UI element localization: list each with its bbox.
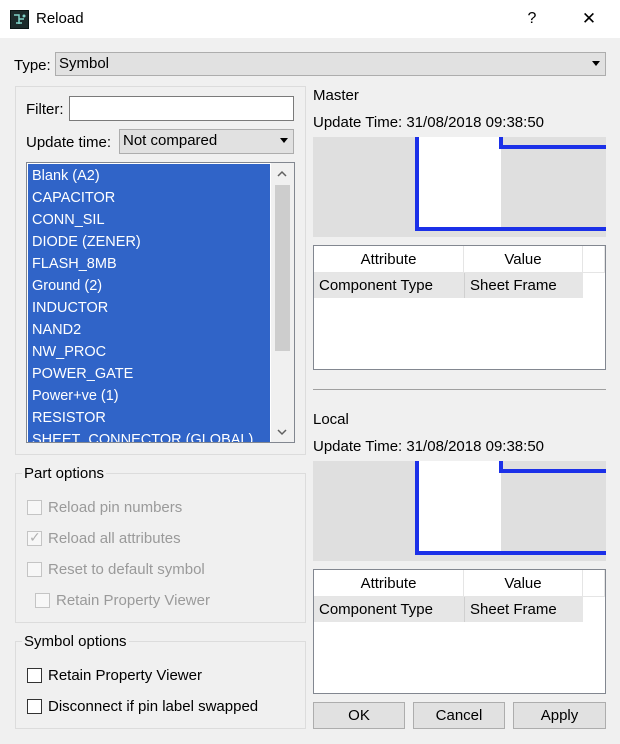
ok-button[interactable]: OK (313, 702, 405, 729)
preview-frame-line (499, 469, 606, 473)
app-icon (10, 10, 29, 29)
list-scrollbar[interactable] (271, 163, 294, 442)
update-time-label: Update time: (26, 134, 112, 151)
filter-input[interactable] (69, 96, 294, 121)
list-item[interactable]: Ground (2) (32, 278, 102, 294)
preview-frame-line (499, 145, 606, 149)
reload-pin-numbers-label: Reload pin numbers (48, 499, 183, 516)
preview-sheet (417, 461, 501, 552)
retain-property-viewer-checkbox[interactable] (27, 668, 42, 683)
update-time-combo[interactable]: Not compared (119, 129, 294, 154)
preview-frame-line (415, 227, 606, 231)
local-update-time: Update Time: 31/08/2018 09:38:50 (313, 438, 545, 455)
list-item[interactable]: RESISTOR (32, 410, 106, 426)
local-preview (313, 461, 606, 561)
update-time-value: Not compared (123, 132, 218, 149)
reload-all-attributes-label: Reload all attributes (48, 530, 181, 547)
column-header-value[interactable]: Value (464, 246, 583, 273)
chevron-down-icon (280, 138, 288, 143)
local-heading: Local (313, 411, 349, 428)
retain-property-viewer-label: Retain Property Viewer (48, 667, 202, 684)
preview-frame-line (415, 137, 419, 231)
type-combo[interactable]: Symbol (55, 52, 606, 76)
filter-label: Filter: (26, 101, 64, 118)
column-header-filler (583, 246, 605, 273)
list-item[interactable]: NW_PROC (32, 344, 106, 360)
reset-default-symbol-label: Reset to default symbol (48, 561, 205, 578)
list-item[interactable]: POWER_GATE (32, 366, 133, 382)
list-item[interactable]: FLASH_8MB (32, 256, 117, 272)
chevron-down-icon[interactable] (277, 427, 287, 437)
disconnect-pin-label-checkbox[interactable] (27, 699, 42, 714)
preview-frame-line (415, 461, 419, 555)
checkmark-icon: ✓ (29, 529, 41, 545)
preview-frame-line (415, 551, 606, 555)
table-cell-attribute: Component Type (314, 597, 464, 622)
local-attribute-table: Attribute Value Component Type Sheet Fra… (313, 569, 606, 694)
column-header-attribute[interactable]: Attribute (314, 570, 464, 597)
chevron-down-icon (592, 61, 600, 66)
symbol-list[interactable]: Blank (A2) CAPACITOR CONN_SIL DIODE (ZEN… (26, 162, 295, 443)
window-title: Reload (36, 10, 84, 27)
list-item[interactable]: DIODE (ZENER) (32, 234, 141, 250)
list-item[interactable]: SHEET_CONNECTOR (GLOBAL) (32, 432, 253, 442)
preview-sheet (417, 137, 501, 228)
list-item[interactable]: CAPACITOR (32, 190, 115, 206)
column-header-attribute[interactable]: Attribute (314, 246, 464, 273)
reload-all-attributes-checkbox[interactable]: ✓ (27, 529, 42, 546)
part-options-title: Part options (22, 465, 107, 482)
reset-default-symbol-checkbox[interactable] (27, 562, 42, 577)
title-bar: Reload ? ✕ (0, 0, 620, 38)
master-preview (313, 137, 606, 237)
help-button[interactable]: ? (518, 6, 546, 32)
selection-highlight: Blank (A2) CAPACITOR CONN_SIL DIODE (ZEN… (28, 164, 270, 442)
list-item[interactable]: Blank (A2) (32, 168, 100, 184)
part-retain-property-viewer-label: Retain Property Viewer (56, 592, 210, 609)
close-button[interactable]: ✕ (570, 6, 608, 32)
type-label: Type: (14, 57, 51, 74)
master-heading: Master (313, 87, 359, 104)
reload-pin-numbers-checkbox[interactable] (27, 500, 42, 515)
scrollbar-thumb[interactable] (275, 185, 290, 351)
master-attribute-table: Attribute Value Component Type Sheet Fra… (313, 245, 606, 370)
column-header-value[interactable]: Value (464, 570, 583, 597)
table-cell-value: Sheet Frame (464, 273, 583, 298)
table-cell-value: Sheet Frame (464, 597, 583, 622)
cancel-button[interactable]: Cancel (413, 702, 505, 729)
table-cell-attribute: Component Type (314, 273, 464, 298)
symbol-options-group (15, 641, 306, 729)
list-item[interactable]: Power+ve (1) (32, 388, 119, 404)
symbol-options-title: Symbol options (22, 633, 129, 650)
chevron-up-icon[interactable] (277, 169, 287, 179)
type-combo-value: Symbol (59, 55, 110, 72)
apply-button[interactable]: Apply (513, 702, 606, 729)
section-divider (313, 389, 606, 390)
list-item[interactable]: NAND2 (32, 322, 81, 338)
column-header-filler (583, 570, 605, 597)
disconnect-pin-label-label: Disconnect if pin label swapped (48, 698, 259, 715)
part-retain-property-viewer-checkbox[interactable] (35, 593, 50, 608)
list-item[interactable]: CONN_SIL (32, 212, 105, 228)
master-update-time: Update Time: 31/08/2018 09:38:50 (313, 114, 545, 131)
list-item[interactable]: INDUCTOR (32, 300, 108, 316)
